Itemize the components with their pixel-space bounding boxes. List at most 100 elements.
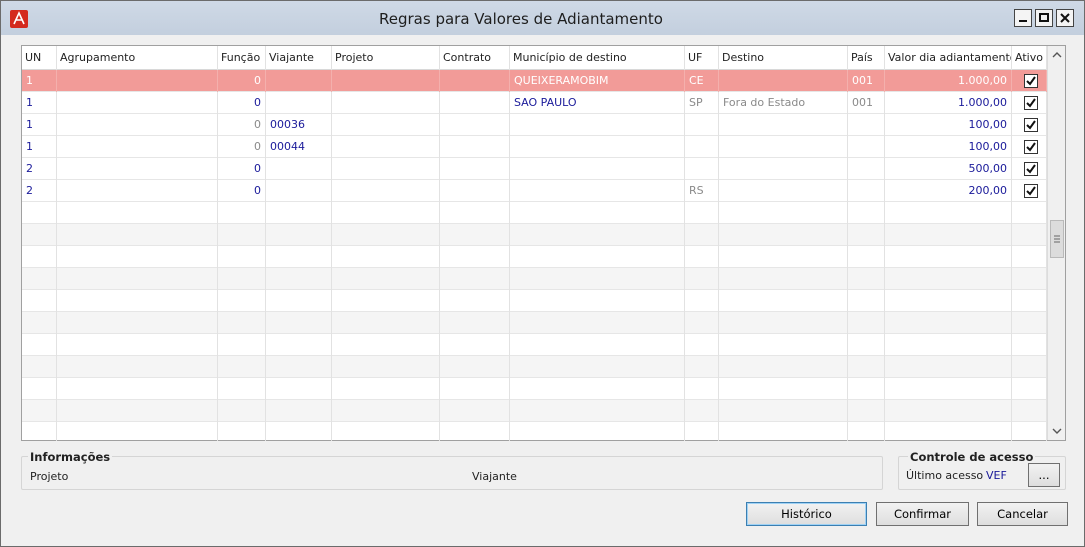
cell-funcao[interactable] [218,378,266,400]
cell-agrupamento[interactable] [57,114,218,136]
empty-table-row[interactable] [22,356,1047,378]
cell-valor[interactable] [885,400,1012,422]
cell-uf[interactable] [685,202,719,224]
cell-un[interactable]: 2 [22,180,57,202]
cell-un[interactable] [22,400,57,422]
cell-agrupamento[interactable] [57,92,218,114]
cell-municipio[interactable] [510,268,685,290]
cell-uf[interactable]: CE [685,70,719,92]
cell-uf[interactable] [685,334,719,356]
maximize-button[interactable] [1035,9,1053,27]
ativo-checkbox[interactable] [1024,162,1038,176]
cell-municipio[interactable]: QUEIXERAMOBIM [510,70,685,92]
cell-uf[interactable] [685,290,719,312]
column-header-valor[interactable]: Valor dia adiantamento [885,46,1012,70]
cell-viajante[interactable] [266,356,332,378]
column-header-ativo[interactable]: Ativo [1012,46,1047,70]
cell-municipio[interactable] [510,312,685,334]
empty-table-row[interactable] [22,312,1047,334]
cell-agrupamento[interactable] [57,356,218,378]
cell-viajante[interactable] [266,158,332,180]
ativo-checkbox[interactable] [1024,184,1038,198]
cell-funcao[interactable] [218,312,266,334]
cell-un[interactable] [22,356,57,378]
column-header-pais[interactable]: País [848,46,885,70]
cell-destino[interactable] [719,422,848,441]
cell-contrato[interactable] [440,400,510,422]
cell-contrato[interactable] [440,334,510,356]
cell-valor[interactable]: 500,00 [885,158,1012,180]
cell-municipio[interactable] [510,334,685,356]
cell-contrato[interactable] [440,114,510,136]
cell-valor[interactable] [885,334,1012,356]
cell-viajante[interactable] [266,246,332,268]
cell-uf[interactable] [685,136,719,158]
cell-contrato[interactable] [440,356,510,378]
rules-grid[interactable]: UN Agrupamento Função Viajante Projeto Contra… [21,45,1066,441]
cell-un[interactable]: 1 [22,114,57,136]
cell-valor[interactable]: 1.000,00 [885,70,1012,92]
cell-projeto[interactable] [332,356,440,378]
cell-funcao[interactable] [218,356,266,378]
cell-un[interactable] [22,246,57,268]
ativo-checkbox[interactable] [1024,140,1038,154]
cell-destino[interactable] [719,378,848,400]
cell-destino[interactable] [719,136,848,158]
cell-destino[interactable] [719,246,848,268]
table-row[interactable]: 1 0 00036 100,00 [22,114,1047,136]
cell-contrato[interactable] [440,92,510,114]
cell-valor[interactable] [885,202,1012,224]
cell-valor[interactable] [885,356,1012,378]
cell-ativo[interactable] [1012,136,1047,158]
scroll-up-button[interactable] [1048,46,1066,64]
cell-un[interactable] [22,224,57,246]
cell-valor[interactable] [885,378,1012,400]
empty-table-row[interactable] [22,422,1047,441]
cell-viajante[interactable] [266,70,332,92]
cell-funcao[interactable] [218,246,266,268]
cell-ativo[interactable] [1012,158,1047,180]
cell-municipio[interactable] [510,136,685,158]
cell-contrato[interactable] [440,158,510,180]
cell-ativo[interactable] [1012,268,1047,290]
cell-un[interactable] [22,378,57,400]
cell-destino[interactable] [719,290,848,312]
cell-ativo[interactable] [1012,378,1047,400]
cell-municipio[interactable] [510,356,685,378]
cell-destino[interactable] [719,400,848,422]
cell-ativo[interactable] [1012,202,1047,224]
cell-pais[interactable] [848,202,885,224]
cell-uf[interactable] [685,224,719,246]
cell-municipio[interactable] [510,422,685,441]
cell-destino[interactable] [719,70,848,92]
cell-destino[interactable] [719,356,848,378]
cell-uf[interactable] [685,246,719,268]
cell-funcao[interactable] [218,268,266,290]
cell-agrupamento[interactable] [57,268,218,290]
cell-contrato[interactable] [440,268,510,290]
cell-projeto[interactable] [332,114,440,136]
cell-pais[interactable]: 001 [848,70,885,92]
cell-valor[interactable] [885,422,1012,441]
cell-uf[interactable] [685,378,719,400]
cell-un[interactable] [22,202,57,224]
cell-contrato[interactable] [440,136,510,158]
cell-ativo[interactable] [1012,290,1047,312]
empty-table-row[interactable] [22,268,1047,290]
cell-agrupamento[interactable] [57,334,218,356]
column-header-municipio[interactable]: Município de destino [510,46,685,70]
empty-table-row[interactable] [22,334,1047,356]
grid-body[interactable]: 1 0 QUEIXERAMOBIM CE 001 1.000,00 1 0 SAO PAULO S… [22,70,1047,441]
cell-contrato[interactable] [440,224,510,246]
column-header-viajante[interactable]: Viajante [266,46,332,70]
scrollbar-thumb[interactable] [1050,220,1064,258]
cell-viajante[interactable] [266,290,332,312]
cell-municipio[interactable] [510,246,685,268]
column-header-agrupamento[interactable]: Agrupamento [57,46,218,70]
cell-municipio[interactable] [510,158,685,180]
cell-projeto[interactable] [332,334,440,356]
column-header-uf[interactable]: UF [685,46,719,70]
cell-uf[interactable] [685,158,719,180]
cell-projeto[interactable] [332,202,440,224]
cell-uf[interactable]: SP [685,92,719,114]
